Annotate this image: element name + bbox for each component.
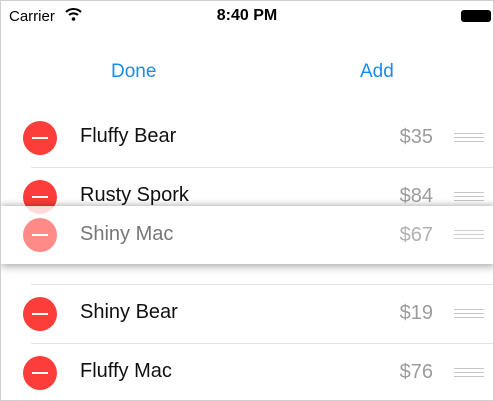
item-price: $19: [399, 302, 433, 324]
battery-icon: [461, 10, 491, 22]
delete-icon[interactable]: [23, 356, 57, 390]
status-time: 8:40 PM: [216, 7, 278, 24]
screen: Carrier 8:40 PM Done Add Fluffy Bear $35…: [0, 0, 494, 401]
item-name: Shiny Bear: [80, 301, 178, 323]
item-price: $84: [399, 185, 433, 207]
delete-icon[interactable]: [23, 297, 57, 331]
list-item[interactable]: Shiny Bear $19: [1, 285, 493, 343]
item-price: $35: [399, 126, 433, 148]
reorder-icon[interactable]: [454, 133, 484, 143]
item-price: $67: [399, 224, 433, 246]
reorder-icon[interactable]: [454, 192, 484, 202]
item-name: Fluffy Bear: [80, 125, 177, 147]
reorder-icon[interactable]: [454, 309, 484, 319]
delete-icon[interactable]: [23, 218, 57, 252]
item-price: $76: [399, 361, 433, 383]
list-item[interactable]: Fluffy Mac $76: [1, 344, 493, 400]
add-button[interactable]: Add: [360, 61, 394, 83]
item-name: Fluffy Mac: [80, 360, 172, 382]
dragging-list-item[interactable]: Shiny Mac $67: [1, 206, 493, 264]
reorder-icon[interactable]: [454, 368, 484, 378]
item-name: Shiny Mac: [80, 223, 174, 245]
status-bar: Carrier 8:40 PM: [1, 1, 493, 31]
item-name: Rusty Spork: [80, 184, 189, 206]
delete-icon[interactable]: [23, 121, 57, 155]
list-item[interactable]: Fluffy Bear $35: [1, 109, 493, 167]
done-button[interactable]: Done: [111, 61, 156, 83]
reorder-icon[interactable]: [454, 230, 484, 240]
